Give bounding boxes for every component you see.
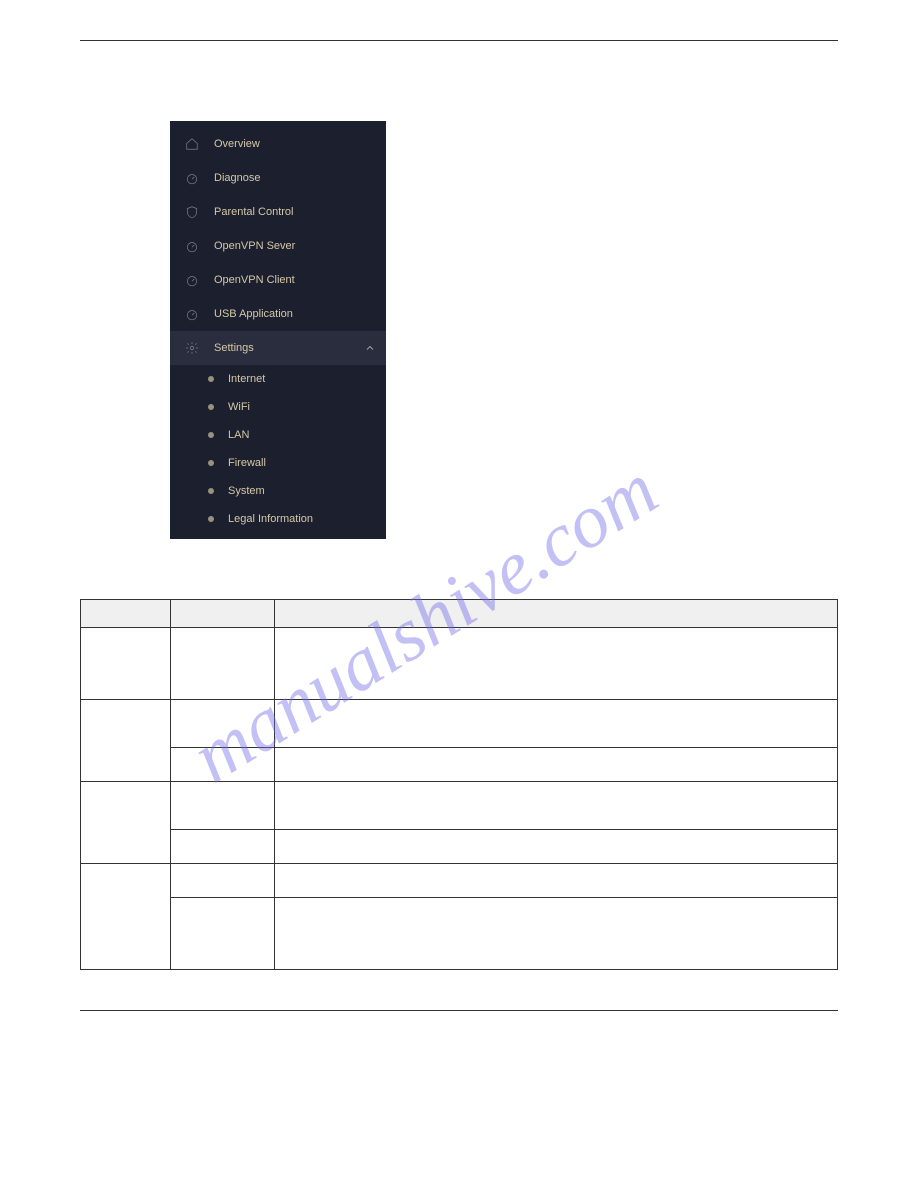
sidebar-subitem-internet[interactable]: Internet [170, 365, 386, 393]
table-cell [275, 830, 838, 864]
sidebar-item-label: Parental Control [214, 206, 372, 218]
table-cell [275, 700, 838, 748]
sidebar-item-label: OpenVPN Sever [214, 240, 372, 252]
chevron-up-icon [364, 342, 376, 354]
sidebar-subitem-label: Firewall [228, 457, 266, 469]
table-cell [171, 748, 275, 782]
shield-icon [184, 204, 200, 220]
sidebar-subitem-legal-information[interactable]: Legal Information [170, 505, 386, 533]
sidebar-item-label: Settings [214, 342, 364, 354]
table-cell [81, 864, 171, 970]
table-cell [171, 830, 275, 864]
bullet-icon [208, 460, 214, 466]
sidebar-item-usb-application[interactable]: USB Application [170, 297, 386, 331]
sidebar-subitem-system[interactable]: System [170, 477, 386, 505]
gauge-icon [184, 306, 200, 322]
sidebar-item-label: OpenVPN Client [214, 274, 372, 286]
table-cell [171, 864, 275, 898]
data-table [80, 599, 838, 970]
bullet-icon [208, 432, 214, 438]
table-cell [171, 782, 275, 830]
sidebar-item-openvpn-client[interactable]: OpenVPN Client [170, 263, 386, 297]
table-row [81, 898, 838, 970]
table-cell [171, 700, 275, 748]
table-cell [81, 782, 171, 864]
sidebar-item-label: Diagnose [214, 172, 372, 184]
sidebar-item-label: USB Application [214, 308, 372, 320]
sidebar-subitem-label: System [228, 485, 265, 497]
bottom-divider [80, 1010, 838, 1011]
table-cell [81, 700, 171, 782]
table-header [171, 600, 275, 628]
table-row [81, 782, 838, 830]
top-divider [80, 40, 838, 41]
sidebar-subitem-lan[interactable]: LAN [170, 421, 386, 449]
bullet-icon [208, 404, 214, 410]
sidebar-item-openvpn-server[interactable]: OpenVPN Sever [170, 229, 386, 263]
table-cell [171, 628, 275, 700]
table-row [81, 830, 838, 864]
sidebar-item-overview[interactable]: Overview [170, 127, 386, 161]
table-row [81, 700, 838, 748]
sidebar-subitem-firewall[interactable]: Firewall [170, 449, 386, 477]
sidebar-subitem-label: WiFi [228, 401, 250, 413]
table-row [81, 748, 838, 782]
sidebar-item-label: Overview [214, 138, 372, 150]
sidebar-subitem-label: Legal Information [228, 513, 313, 525]
table-header [81, 600, 171, 628]
bullet-icon [208, 376, 214, 382]
sidebar: Overview Diagnose Parental Control OpenV… [170, 121, 386, 539]
bullet-icon [208, 516, 214, 522]
bullet-icon [208, 488, 214, 494]
table-row [81, 628, 838, 700]
table-cell [171, 898, 275, 970]
gauge-icon [184, 170, 200, 186]
table-cell [275, 628, 838, 700]
table-cell [81, 628, 171, 700]
home-icon [184, 136, 200, 152]
sidebar-subitem-label: Internet [228, 373, 265, 385]
table-header-row [81, 600, 838, 628]
sidebar-item-settings[interactable]: Settings [170, 331, 386, 365]
gear-icon [184, 340, 200, 356]
gauge-icon [184, 238, 200, 254]
table-cell [275, 864, 838, 898]
sidebar-item-parental-control[interactable]: Parental Control [170, 195, 386, 229]
sidebar-item-diagnose[interactable]: Diagnose [170, 161, 386, 195]
gauge-icon [184, 272, 200, 288]
table-cell [275, 898, 838, 970]
sidebar-subitem-wifi[interactable]: WiFi [170, 393, 386, 421]
table-cell [275, 748, 838, 782]
table-header [275, 600, 838, 628]
sidebar-subitem-label: LAN [228, 429, 249, 441]
table-row [81, 864, 838, 898]
table-cell [275, 782, 838, 830]
